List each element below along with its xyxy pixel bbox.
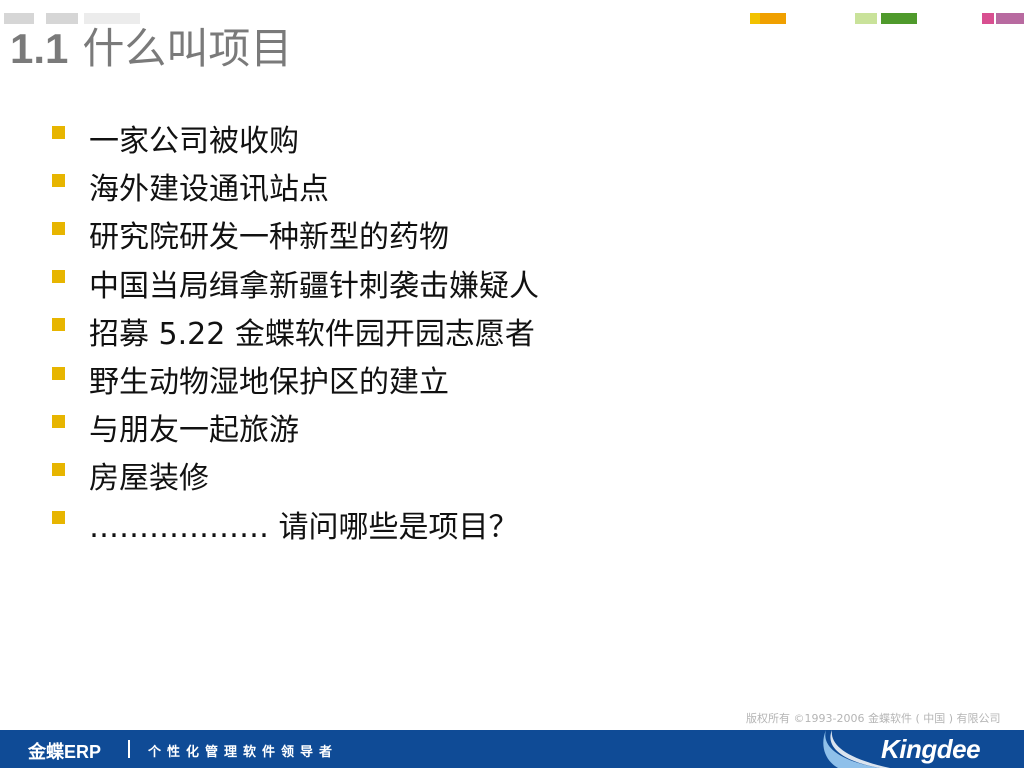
bullet-text: 野生动物湿地保护区的建立	[89, 365, 449, 401]
bullet-text: 研究院研发一种新型的药物	[89, 220, 449, 256]
title-number: 1.1	[10, 25, 69, 72]
bullet-square-icon	[52, 270, 65, 284]
bullet-item: ……………… 请问哪些是项目？	[52, 500, 539, 548]
decor-bar-orange	[760, 13, 786, 24]
kingdee-logo: Kingdee	[881, 734, 981, 764]
bullet-item: 研究院研发一种新型的药物	[52, 210, 539, 258]
decor-bar-yellow	[750, 13, 760, 24]
footer-slogan: 个性化管理软件领导者	[148, 745, 339, 760]
copyright-notice: 版权所有 ©1993-2006 金蝶软件 ( 中国 ) 有限公司	[746, 712, 1001, 725]
bullet-item: 中国当局缉拿新疆针刺袭击嫌疑人	[52, 259, 539, 307]
decor-bar-pink	[982, 13, 994, 24]
bullet-text: 招募 5.22 金蝶软件园开园志愿者	[89, 316, 535, 352]
bullet-item: 与朋友一起旅游	[52, 403, 539, 451]
bullet-text: 与朋友一起旅游	[89, 413, 299, 449]
bullet-item: 海外建设通讯站点	[52, 162, 539, 210]
decor-bar-lightgreen	[855, 13, 877, 24]
decor-bar-green	[881, 13, 917, 24]
bullet-text: 中国当局缉拿新疆针刺袭击嫌疑人	[89, 268, 539, 304]
bullet-list: 一家公司被收购 海外建设通讯站点 研究院研发一种新型的药物 中国当局缉拿新疆针刺…	[52, 114, 539, 548]
bullet-text: ……………… 请问哪些是项目？	[89, 509, 519, 545]
bullet-square-icon	[52, 511, 65, 525]
bullet-square-icon	[52, 366, 65, 380]
bullet-square-icon	[52, 125, 65, 139]
bullet-item: 招募 5.22 金蝶软件园开园志愿者	[52, 307, 539, 355]
bullet-square-icon	[52, 414, 65, 428]
title-text: 什么叫项目	[82, 24, 293, 73]
footer-brand: 金蝶ERP	[28, 742, 102, 762]
footer-divider	[128, 740, 130, 758]
bullet-square-icon	[52, 462, 65, 476]
decor-bar-gray-1	[4, 13, 34, 24]
bullet-text: 一家公司被收购	[89, 124, 299, 160]
bullet-text: 房屋装修	[89, 461, 209, 497]
decor-bar-purple	[996, 13, 1024, 24]
bullet-square-icon	[52, 173, 65, 187]
decor-bar-gray-2	[46, 13, 78, 24]
bullet-item: 一家公司被收购	[52, 114, 539, 162]
slide-title: 1.1 什么叫项目	[10, 28, 292, 70]
bullet-item: 房屋装修	[52, 451, 539, 499]
bullet-square-icon	[52, 318, 65, 332]
decor-bar-gray-3	[84, 13, 140, 24]
bullet-text: 海外建设通讯站点	[89, 172, 329, 208]
footer-bar: 金蝶ERP 个性化管理软件领导者 Kingdee	[0, 730, 1024, 768]
bullet-square-icon	[52, 221, 65, 235]
bullet-item: 野生动物湿地保护区的建立	[52, 355, 539, 403]
